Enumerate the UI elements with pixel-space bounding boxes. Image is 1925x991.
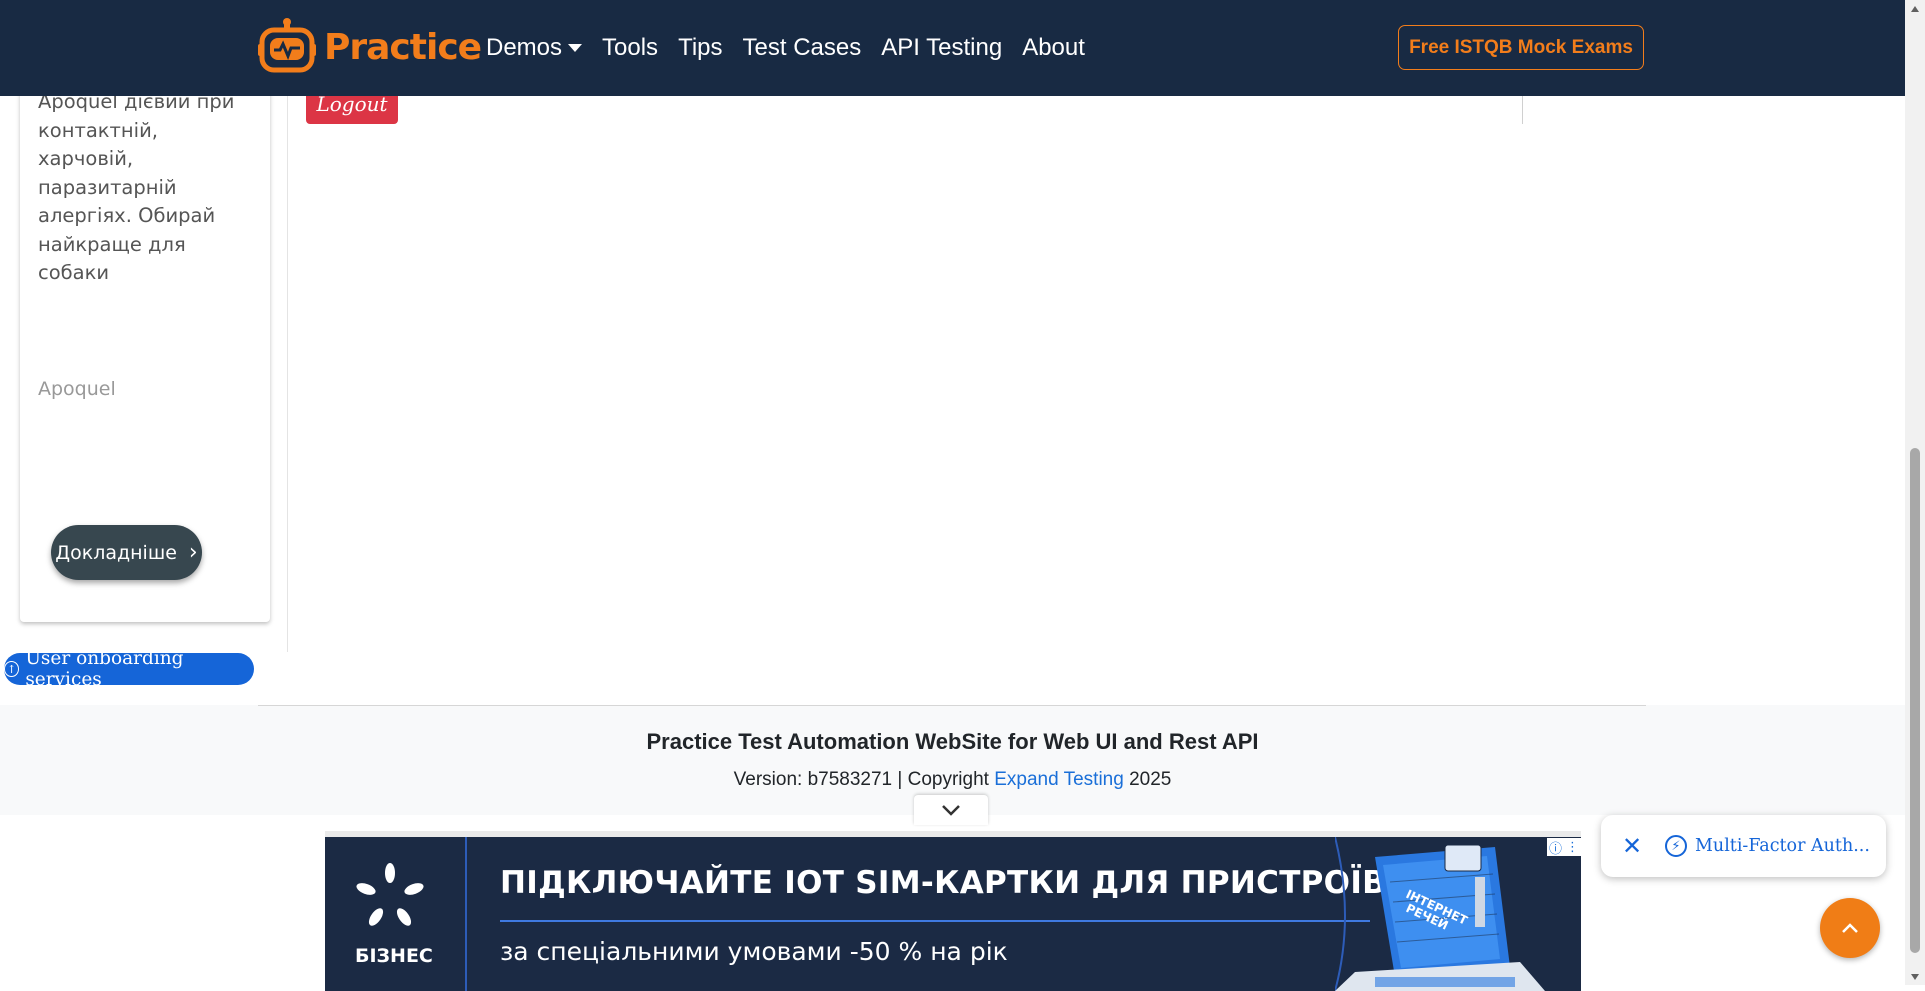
more-vertical-icon: ⋮ bbox=[1565, 839, 1579, 855]
chevron-down-icon bbox=[942, 805, 960, 816]
brand-text: Practice bbox=[324, 26, 482, 68]
nav-demos-dropdown[interactable]: Demos bbox=[486, 34, 583, 62]
nav-links: Demos Tools Tips Test Cases API Testing … bbox=[486, 34, 1105, 62]
content-right-border bbox=[1522, 96, 1523, 124]
nav-test-cases[interactable]: Test Cases bbox=[743, 34, 862, 62]
page-scrollbar[interactable] bbox=[1905, 0, 1925, 985]
nav-about[interactable]: About bbox=[1022, 34, 1085, 62]
ad-more-button[interactable]: Докладніше › bbox=[51, 525, 202, 580]
footer-title: Practice Test Automation WebSite for Web… bbox=[646, 729, 1259, 754]
top-navbar: Practice Demos Tools Tips Test Cases API… bbox=[0, 0, 1905, 96]
footer-divider bbox=[258, 705, 1646, 706]
user-onboarding-button[interactable]: ↑ User onboarding services bbox=[4, 648, 254, 690]
banner-logo-text: БІЗНЕС bbox=[355, 945, 433, 967]
arrow-up-circle-icon: ↑ bbox=[4, 661, 20, 677]
laptop-iot-illustration: ІНТЕРНЕТ РЕЧЕЙ bbox=[1335, 837, 1545, 991]
expand-testing-link[interactable]: Expand Testing bbox=[994, 769, 1124, 790]
banner-subline: за спеціальними умовами -50 % на рік bbox=[500, 937, 1008, 966]
nav-demos-label: Demos bbox=[486, 34, 563, 61]
chevron-right-icon: › bbox=[188, 540, 198, 565]
robot-logo-icon bbox=[258, 18, 316, 73]
info-icon: ⓘ bbox=[1548, 841, 1562, 857]
nav-api-testing[interactable]: API Testing bbox=[881, 34, 1002, 62]
footer-version-text: Version: b7583271 | Copyright bbox=[733, 769, 995, 790]
footer-year: 2025 bbox=[1123, 769, 1172, 790]
user-onboarding-label: User onboarding services bbox=[25, 648, 184, 690]
footer-version: Version: b7583271 | Copyright Expand Tes… bbox=[0, 769, 1905, 791]
banner-divider bbox=[465, 837, 467, 991]
ad-brand: Apoquel bbox=[38, 378, 116, 400]
chevron-up-icon bbox=[1842, 923, 1858, 933]
lightning-icon: ⚡ bbox=[1665, 835, 1687, 857]
nav-tips[interactable]: Tips bbox=[678, 34, 722, 62]
scrollbar-thumb[interactable] bbox=[1910, 448, 1920, 953]
brand-link[interactable]: Practice bbox=[258, 18, 482, 76]
scroll-up-arrow-icon[interactable] bbox=[1905, 0, 1925, 17]
banner-headline: ПІДКЛЮЧАЙТЕ IOT SIM-КАРТКИ ДЛЯ ПРИСТРОЇВ bbox=[500, 865, 1387, 901]
nav-tools[interactable]: Tools bbox=[602, 34, 658, 62]
ad-description: Apoquel дієвий при контактній, харчовій,… bbox=[38, 90, 235, 284]
caret-down-icon bbox=[568, 44, 583, 52]
ad-more-label: Докладніше bbox=[55, 541, 177, 564]
scroll-to-top-button[interactable] bbox=[1820, 898, 1880, 958]
banner-underline bbox=[500, 920, 1370, 922]
istqb-mock-exams-button[interactable]: Free ISTQB Mock Exams bbox=[1398, 25, 1644, 70]
kyivstar-star-logo-icon bbox=[356, 863, 424, 926]
bottom-banner-ad[interactable]: БІЗНЕС ПІДКЛЮЧАЙТЕ IOT SIM-КАРТКИ ДЛЯ ПР… bbox=[325, 831, 1581, 991]
close-icon[interactable]: ✕ bbox=[1621, 832, 1643, 860]
scroll-down-arrow-icon[interactable] bbox=[1905, 968, 1925, 985]
left-ad-column: Apoquel дієвий при контактній, харчовій,… bbox=[0, 0, 288, 652]
adchoices-badge[interactable]: ⓘ ⋮ bbox=[1547, 838, 1581, 857]
toast-text: Multi-Factor Auth... bbox=[1695, 836, 1870, 856]
collapse-ad-button[interactable] bbox=[914, 795, 988, 825]
ad-card[interactable]: Apoquel дієвий при контактній, харчовій,… bbox=[20, 60, 270, 622]
multi-factor-auth-toast[interactable]: ✕ ⚡ Multi-Factor Auth... bbox=[1601, 815, 1886, 877]
